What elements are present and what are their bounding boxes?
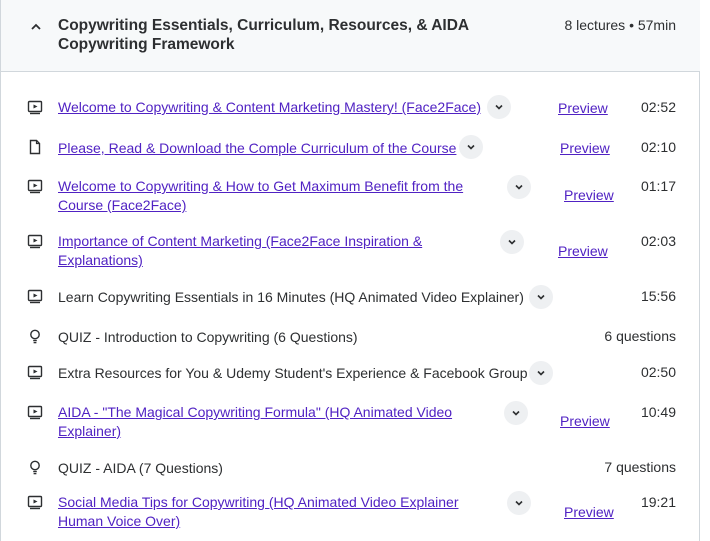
document-icon [29,139,41,155]
preview-link[interactable]: Preview [564,504,614,520]
video-icon [27,100,43,115]
lecture-expand-button[interactable] [459,135,483,159]
lecture-expand-button[interactable] [507,491,531,515]
chevron-down-icon [537,294,545,300]
quiz-question-count: 6 questions [604,328,676,344]
video-icon [27,234,43,249]
lecture-duration: 02:52 [640,99,676,115]
section-title: Copywriting Essentials, Curriculum, Reso… [58,17,469,53]
chevron-down-icon [512,410,520,416]
lecture-title-link[interactable]: Importance of Content Marketing (Face2Fa… [58,232,458,270]
video-icon [27,365,43,380]
video-icon [27,405,43,420]
lecture-duration: 01:17 [640,178,676,194]
preview-link[interactable]: Preview [560,140,610,156]
preview-link[interactable]: Preview [558,100,608,116]
video-icon [27,289,43,304]
lecture-duration: 02:50 [640,364,676,380]
video-icon [27,179,43,194]
lecture-expand-button[interactable] [529,361,553,385]
lecture-duration: 19:21 [640,494,676,510]
lecture-duration: 02:03 [640,233,676,249]
curriculum-section: Copywriting Essentials, Curriculum, Reso… [0,0,700,541]
lecture-duration: 10:49 [640,404,676,420]
chevron-down-icon [515,500,523,506]
lecture-title: Extra Resources for You & Udemy Student'… [58,365,528,381]
chevron-down-icon [467,144,475,150]
lecture-title-link[interactable]: AIDA - "The Magical Copywriting Formula"… [58,403,478,441]
quiz-title: QUIZ - AIDA (7 Questions) [58,460,223,476]
section-meta: 8 lectures • 57min [564,17,676,33]
preview-link[interactable]: Preview [560,413,610,429]
lecture-title: Learn Copywriting Essentials in 16 Minut… [58,289,524,305]
lecture-duration: 02:10 [640,139,676,155]
lecture-expand-button[interactable] [504,401,528,425]
lecture-expand-button[interactable] [529,285,553,309]
lightbulb-icon [30,460,40,475]
lecture-expand-button[interactable] [507,175,531,199]
chevron-down-icon [515,184,523,190]
quiz-title: QUIZ - Introduction to Copywriting (6 Qu… [58,329,358,345]
lightbulb-icon [30,329,40,344]
lecture-title-link[interactable]: Please, Read & Download the Comple Curri… [58,139,458,158]
preview-link[interactable]: Preview [564,187,614,203]
lecture-expand-button[interactable] [500,230,524,254]
video-icon [27,495,43,510]
chevron-down-icon [537,370,545,376]
lecture-title-link[interactable]: Welcome to Copywriting & How to Get Maxi… [58,177,478,215]
lecture-duration: 15:56 [640,288,676,304]
chevron-down-icon [495,104,503,110]
chevron-down-icon [508,239,516,245]
lecture-expand-button[interactable] [487,95,511,119]
chevron-up-icon[interactable] [29,20,43,34]
lecture-title-link[interactable]: Social Media Tips for Copywriting (HQ An… [58,493,478,531]
section-header[interactable]: Copywriting Essentials, Curriculum, Reso… [1,0,700,72]
preview-link[interactable]: Preview [558,243,608,259]
quiz-question-count: 7 questions [604,459,676,475]
lecture-title-link[interactable]: Welcome to Copywriting & Content Marketi… [58,98,488,117]
